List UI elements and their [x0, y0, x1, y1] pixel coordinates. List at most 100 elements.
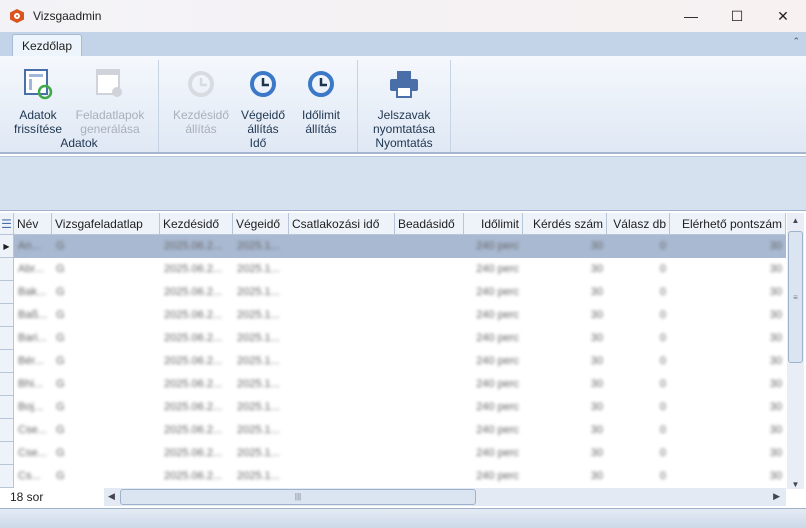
table-cell	[395, 419, 464, 442]
table-cell: 2025.1...	[237, 240, 280, 252]
column-header[interactable]: Kérdés szám	[523, 213, 607, 235]
group-label: Adatok	[60, 136, 98, 150]
group-adatok: Adatok Adatok frissítése Feladatlapok gene…	[0, 60, 159, 152]
table-cell: 2025.1...	[237, 355, 280, 367]
table-cell: 30	[590, 286, 603, 298]
table-row[interactable]: ▶ An... G 2025.06.2... 2025.1... 240 perc 30 0 3…	[0, 235, 786, 258]
print-passwords-button[interactable]: Jelszavak nyomtatása	[366, 66, 442, 136]
refresh-data-icon	[8, 66, 68, 102]
table-cell: 240 perc	[476, 240, 519, 252]
column-header[interactable]: Időlimit	[464, 213, 523, 235]
vertical-scrollbar[interactable]: ▲ ≡ ▼	[787, 213, 804, 489]
scroll-down-icon[interactable]: ▼	[787, 480, 804, 489]
row-indicator[interactable]	[0, 258, 14, 281]
collapse-ribbon-icon[interactable]: ⌃	[792, 36, 800, 47]
table-cell: 30	[769, 286, 782, 298]
table-cell: 30	[769, 378, 782, 390]
table-row[interactable]: Bhi... G 2025.06.2... 2025.1... 240 perc 30 0 3…	[0, 373, 786, 396]
row-indicator[interactable]	[0, 442, 14, 465]
column-header[interactable]: Vizsgafeladatlap	[52, 213, 160, 235]
tab-kezdolap[interactable]: Kezdőlap	[12, 34, 82, 57]
generate-sheets-button: Feladatlapok generálása	[70, 66, 150, 136]
table-cell: 2025.06.2...	[164, 378, 223, 390]
table-row[interactable]: Bak... G 2025.06.2... 2025.1... 240 perc 30 0 3…	[0, 281, 786, 304]
row-indicator[interactable]	[0, 327, 14, 350]
table-cell: 240 perc	[476, 286, 519, 298]
table-cell: 30	[590, 401, 603, 413]
row-indicator[interactable]	[0, 419, 14, 442]
table-cell: 2025.1...	[237, 286, 280, 298]
table-cell: 2025.06.2...	[164, 263, 223, 275]
table-cell	[395, 396, 464, 419]
table-cell: 240 perc	[476, 447, 519, 459]
maximize-button[interactable]: ☐	[714, 0, 760, 32]
table-cell	[395, 465, 464, 488]
group-nyomtatas: Nyomtatás Jelszavak nyomtatása	[358, 60, 451, 152]
table-row[interactable]: Cse... G 2025.06.2... 2025.1... 240 perc 30 0 3…	[0, 419, 786, 442]
column-header[interactable]: Válasz db	[607, 213, 670, 235]
column-header[interactable]: Beadásidő	[395, 213, 464, 235]
column-header[interactable]: Csatlakozási idő	[289, 213, 395, 235]
column-header[interactable]: Kezdésidő	[160, 213, 233, 235]
column-header[interactable]: Név	[14, 213, 52, 235]
table-cell: Bhi...	[18, 378, 44, 390]
refresh-data-button[interactable]: Adatok frissítése	[8, 66, 68, 136]
grid-header: ☰ Név Vizsgafeladatlap Kezdésidő Végeidő Csa…	[0, 213, 786, 235]
table-cell: 0	[659, 309, 666, 321]
history-clock-icon	[291, 66, 351, 102]
set-time-limit-button[interactable]: Időlimit állítás	[291, 66, 351, 136]
button-label: Végeidő	[240, 108, 286, 122]
minimize-button[interactable]: —	[668, 0, 714, 32]
table-cell	[395, 350, 464, 373]
scroll-left-icon[interactable]: ◀	[108, 491, 115, 502]
column-header[interactable]: Végeidő	[233, 213, 289, 235]
table-cell	[395, 281, 464, 304]
table-row[interactable]: Baß... G 2025.06.2... 2025.1... 240 perc 30 0 3…	[0, 304, 786, 327]
table-cell	[395, 442, 464, 465]
table-cell: 2025.06.2...	[164, 309, 223, 321]
table-cell: 0	[659, 447, 666, 459]
table-cell: G	[56, 401, 65, 413]
row-indicator[interactable]	[0, 304, 14, 327]
row-indicator[interactable]	[0, 350, 14, 373]
table-cell: 0	[659, 401, 666, 413]
set-end-time-button[interactable]: Végeidő állítás	[233, 66, 293, 136]
vertical-scroll-thumb[interactable]: ≡	[788, 231, 803, 363]
horizontal-scroll-thumb[interactable]: |||	[120, 489, 476, 505]
row-indicator[interactable]	[0, 281, 14, 304]
table-row[interactable]: Boj... G 2025.06.2... 2025.1... 240 perc 30 0 3…	[0, 396, 786, 419]
scroll-right-icon[interactable]: ▶	[773, 491, 780, 502]
table-cell: 0	[659, 240, 666, 252]
row-indicator[interactable]	[0, 373, 14, 396]
table-cell: 2025.1...	[237, 332, 280, 344]
app-logo-icon	[10, 9, 24, 23]
button-label: generálása	[80, 122, 140, 136]
table-cell: G	[56, 470, 65, 482]
window-title: Vizsgaadmin	[33, 9, 102, 23]
table-row[interactable]: Abr... G 2025.06.2... 2025.1... 240 perc 30 0 3…	[0, 258, 786, 281]
row-indicator[interactable]	[0, 465, 14, 488]
table-cell: 2025.1...	[237, 447, 280, 459]
row-indicator[interactable]: ▶	[0, 235, 14, 258]
table-cell	[289, 281, 395, 304]
table-row[interactable]: Cs... G 2025.06.2... 2025.1... 240 perc 30 0 30	[0, 465, 786, 488]
table-cell	[289, 350, 395, 373]
table-row[interactable]: Cse... G 2025.06.2... 2025.1... 240 perc 30 0 3…	[0, 442, 786, 465]
button-label: Feladatlapok	[75, 108, 145, 122]
button-label: frissítése	[13, 122, 62, 136]
table-row[interactable]: Bér... G 2025.06.2... 2025.1... 240 perc 30 0 3…	[0, 350, 786, 373]
column-chooser-icon[interactable]: ☰	[0, 213, 14, 235]
table-cell: 30	[590, 447, 603, 459]
column-header[interactable]: Elérhető pontszám	[670, 213, 786, 235]
scroll-up-icon[interactable]: ▲	[787, 213, 804, 229]
table-cell: 240 perc	[476, 332, 519, 344]
table-cell	[289, 373, 395, 396]
table-cell: 2025.1...	[237, 309, 280, 321]
horizontal-scrollbar[interactable]: ◀ ||| ▶	[104, 488, 786, 506]
table-cell: Cs...	[18, 470, 41, 482]
close-button[interactable]: ✕	[760, 0, 806, 32]
table-cell: G	[56, 378, 65, 390]
row-indicator[interactable]	[0, 396, 14, 419]
title-bar: Vizsgaadmin — ☐ ✕	[0, 0, 806, 32]
table-row[interactable]: Bari... G 2025.06.2... 2025.1... 240 perc 30 0…	[0, 327, 786, 350]
